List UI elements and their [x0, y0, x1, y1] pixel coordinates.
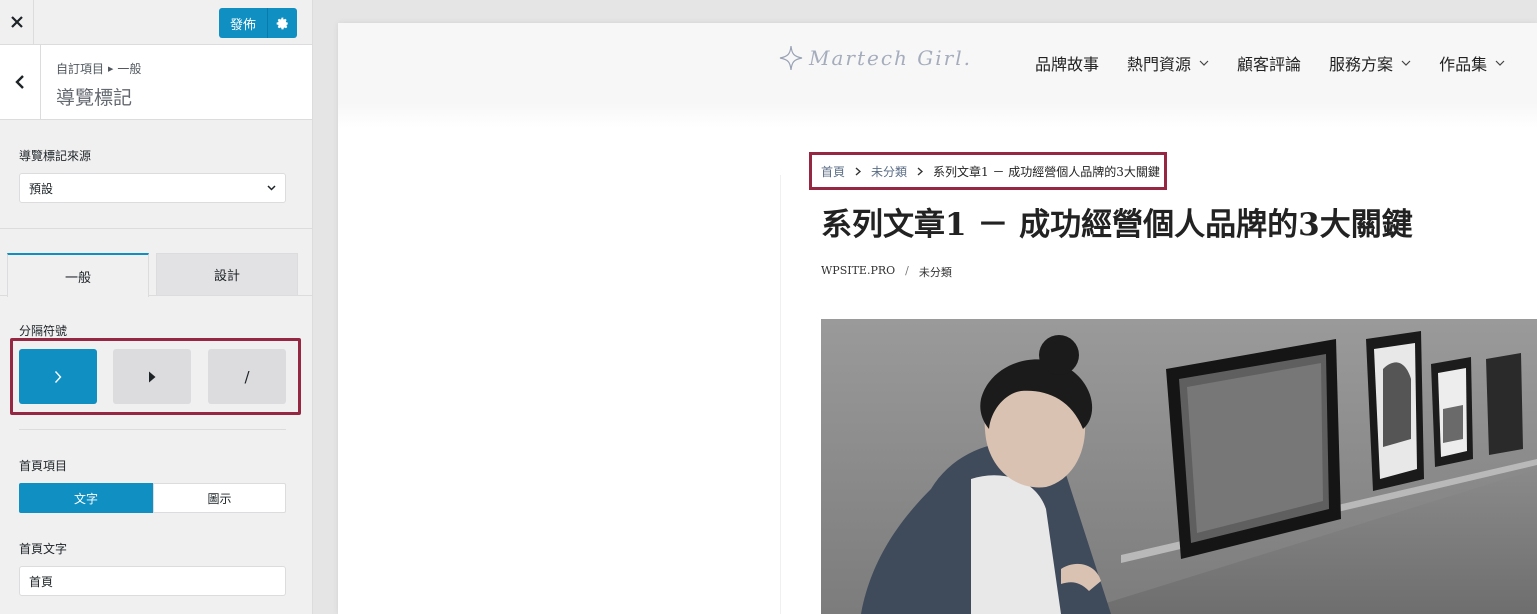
section-breadcrumb: 自訂項目 ▶ 一般	[56, 60, 141, 77]
chevron-right-icon	[54, 370, 62, 383]
crumb-separator-icon: ▶	[108, 66, 114, 73]
main-nav: 品牌故事 熱門資源 顧客評論 服務方案 作品集	[1035, 51, 1533, 75]
triangle-right-icon	[149, 371, 156, 382]
nav-label: 顧客評論	[1237, 55, 1302, 74]
control-tabs: 一般 設計	[7, 253, 298, 297]
home-item-text-option[interactable]: 文字	[19, 483, 153, 513]
chevron-down-icon	[1495, 60, 1505, 66]
chevron-down-icon	[267, 185, 276, 191]
gear-icon	[276, 17, 288, 29]
tab-design[interactable]: 設計	[156, 253, 298, 296]
home-item-label: 首頁項目	[19, 459, 68, 473]
breadcrumb-current: 系列文章1 － 成功經營個人品牌的3大關鍵	[933, 165, 1160, 179]
chevron-right-icon	[855, 167, 862, 176]
customizer-sidebar: 發佈 自訂項目 ▶ 一般 導覽標記 導覽標記來源 預設 一般 設計 分隔符號 / 首…	[0, 0, 313, 614]
post-meta: WPSITE.PRO / 未分類	[821, 264, 952, 280]
home-text-input[interactable]	[19, 566, 286, 596]
header-shadow	[338, 103, 1537, 128]
post-title: 系列文章1 － 成功經營個人品牌的3大關鍵	[821, 207, 1413, 243]
meta-separator: /	[905, 264, 909, 277]
chevron-down-icon	[1401, 60, 1411, 66]
divider	[0, 228, 312, 229]
source-select[interactable]: 預設	[19, 173, 286, 203]
tab-general[interactable]: 一般	[7, 253, 149, 297]
breadcrumb-category-link[interactable]: 未分類	[871, 163, 907, 180]
nav-label: 作品集	[1439, 55, 1488, 74]
post-author-link[interactable]: WPSITE.PRO	[821, 264, 895, 280]
breadcrumb: 首頁 未分類 系列文章1 － 成功經營個人品牌的3大關鍵	[821, 163, 1160, 180]
divider	[19, 429, 286, 430]
separator-option-chevron[interactable]	[19, 349, 97, 404]
close-icon	[10, 16, 23, 28]
chevron-right-icon	[917, 167, 924, 176]
crumb-parent: 自訂項目	[56, 62, 105, 76]
chevron-left-icon	[15, 75, 24, 89]
home-item-icon-option[interactable]: 圖示	[153, 483, 286, 513]
chevron-down-icon	[1199, 60, 1209, 66]
customizer-topbar: 發佈	[0, 0, 312, 45]
nav-item-reviews[interactable]: 顧客評論	[1237, 51, 1301, 75]
crumb-child: 一般	[117, 62, 142, 76]
nav-item-portfolio[interactable]: 作品集	[1439, 51, 1505, 75]
close-button[interactable]	[0, 0, 34, 44]
section-title: 導覽標記	[56, 88, 133, 109]
separator-option-slash[interactable]: /	[208, 349, 286, 404]
featured-image	[821, 319, 1537, 614]
nav-item-services[interactable]: 服務方案	[1329, 51, 1411, 75]
nav-label: 品牌故事	[1035, 55, 1100, 74]
publish-group: 發佈	[219, 8, 297, 38]
nav-label: 熱門資源	[1127, 55, 1192, 74]
site-header: Martech Girl. 品牌故事 熱門資源 顧客評論 服務方案 作品集	[338, 23, 1537, 103]
home-text-label: 首頁文字	[19, 542, 68, 556]
nav-label: 服務方案	[1329, 55, 1394, 74]
section-header: 自訂項目 ▶ 一般 導覽標記	[0, 45, 312, 120]
publish-settings-button[interactable]	[267, 8, 297, 38]
content-divider	[780, 175, 781, 614]
site-logo[interactable]: Martech Girl.	[779, 45, 972, 71]
separator-options: /	[19, 349, 286, 404]
source-label: 導覽標記來源	[19, 149, 92, 163]
publish-button[interactable]: 發佈	[219, 8, 267, 38]
logo-text: Martech Girl.	[809, 46, 972, 70]
source-select-value: 預設	[29, 181, 54, 196]
sparkle-icon	[779, 45, 803, 71]
back-button[interactable]	[0, 45, 41, 119]
home-item-toggle: 文字 圖示	[19, 483, 286, 513]
separator-label: 分隔符號	[19, 324, 68, 338]
site-preview: Martech Girl. 品牌故事 熱門資源 顧客評論 服務方案 作品集 首頁…	[338, 23, 1537, 614]
post-category-link[interactable]: 未分類	[919, 264, 952, 280]
breadcrumb-home-link[interactable]: 首頁	[821, 163, 845, 180]
nav-item-popular-resources[interactable]: 熱門資源	[1127, 51, 1209, 75]
nav-item-brand-story[interactable]: 品牌故事	[1035, 51, 1099, 75]
featured-photo	[821, 319, 1537, 614]
separator-option-triangle[interactable]	[113, 349, 191, 404]
